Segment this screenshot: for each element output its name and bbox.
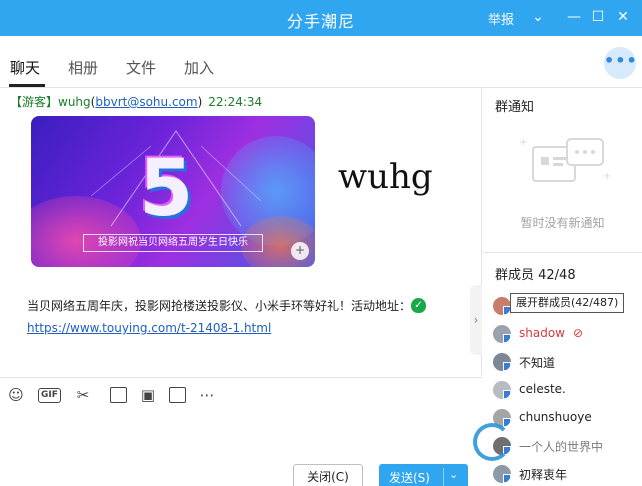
member-item[interactable]: shadow ⊘ [493, 323, 642, 347]
member-badge-icon [503, 334, 511, 343]
member-name: 初释衷年 [519, 468, 568, 482]
member-name: chunshuoye [519, 410, 592, 424]
svg-text:+: + [603, 171, 611, 182]
avatar [493, 465, 511, 483]
close-button[interactable]: 关闭(C) [293, 464, 363, 486]
avatar [493, 297, 511, 315]
activity-link[interactable]: https://www.touying.com/t-21408-1.html [27, 321, 271, 335]
member-name: shadow [519, 326, 565, 340]
message-time: 22:24:34 [208, 95, 263, 109]
member-item[interactable]: 初释衷年 [493, 463, 642, 486]
handwritten-name: wuhg [338, 157, 433, 197]
member-name: 不知道 [519, 356, 556, 370]
group-side-panel: 群通知 + + 暂时没有新通知 群成员 42/48 shadow ⊘ 不知道 c… [483, 89, 642, 486]
send-separator [443, 468, 444, 486]
banner-numeral: 5 [139, 144, 194, 234]
send-button[interactable]: 发送(S) ⌄ [379, 464, 468, 486]
tab-bar: 聊天 相册 文件 加入 [0, 36, 642, 88]
member-badge-icon [503, 474, 511, 483]
member-badge-icon [503, 390, 511, 399]
tab-files[interactable]: 文件 [126, 57, 156, 78]
member-badge-icon [503, 362, 511, 371]
chat-area: 【游客】wuhg(bbvrt@sohu.com) 22:24:34 5 投影网祝当… [0, 89, 482, 376]
panel-divider [483, 252, 642, 253]
active-tab-indicator [9, 84, 45, 87]
close-icon[interactable]: ✕ [613, 6, 633, 28]
file-icon[interactable] [110, 387, 127, 403]
group-members-title[interactable]: 群成员 42/48 [495, 264, 576, 283]
emoji-icon[interactable]: ☺ [7, 386, 25, 404]
maximize-icon[interactable]: ☐ [588, 6, 608, 28]
member-item[interactable]: 不知道 [493, 351, 642, 375]
avatar [493, 381, 511, 399]
sender-email-link[interactable]: bbvrt@sohu.com [95, 95, 197, 109]
member-item[interactable]: celeste. [493, 379, 642, 403]
member-item[interactable]: 一个人的世界中 [493, 435, 642, 459]
message-text: 当贝网络五周年庆，投影网抢楼送投影仪、小米手环等好礼！活动地址： [27, 299, 412, 313]
guest-tag: 【游客】 [10, 95, 59, 109]
tab-album[interactable]: 相册 [68, 57, 98, 78]
more-options-button[interactable]: ••• [604, 47, 637, 79]
watermark-logo [473, 423, 511, 461]
member-item[interactable]: chunshuoye [493, 407, 642, 431]
report-link[interactable]: 举报 [488, 9, 514, 28]
expand-members-tooltip: 展开群成员(42/487) [510, 293, 625, 313]
avatar [493, 353, 511, 371]
sender-name[interactable]: wuhg [58, 95, 91, 109]
zoom-icon[interactable]: + [291, 242, 309, 260]
input-toolbar: ☺ GIF ✂ ▣ ⋯ [0, 377, 482, 411]
image-icon[interactable]: ▣ [139, 386, 157, 404]
svg-text:+: + [519, 137, 527, 148]
dropdown-icon[interactable]: ⌄ [528, 6, 548, 28]
more-tools-icon[interactable]: ⋯ [198, 386, 216, 404]
gif-icon[interactable]: GIF [38, 388, 61, 403]
empty-notice-illustration: + + [519, 137, 611, 182]
avatar [493, 325, 511, 343]
banner-image[interactable]: 5 投影网祝当贝网络五周岁生日快乐 + [31, 116, 315, 267]
scissors-icon[interactable]: ✂ [74, 386, 92, 404]
group-notice-title: 群通知 [495, 100, 535, 115]
member-name: 一个人的世界中 [519, 440, 604, 454]
red-packet-icon[interactable] [169, 387, 186, 403]
member-name: celeste. [519, 382, 566, 396]
message-header: 【游客】wuhg(bbvrt@sohu.com) 22:24:34 [10, 95, 263, 109]
verified-shield-icon: ✓ [411, 298, 426, 313]
tab-join[interactable]: 加入 [184, 57, 214, 78]
tab-chat[interactable]: 聊天 [10, 57, 40, 78]
collapse-panel-handle[interactable]: › [470, 285, 482, 355]
empty-notice-text: 暂时没有新通知 [520, 216, 605, 230]
title-bar: 分手潮尼 举报 ⌄ — ☐ ✕ [0, 0, 642, 36]
minimize-icon[interactable]: — [564, 6, 584, 28]
member-badge-icon [503, 418, 511, 427]
banner-caption: 投影网祝当贝网络五周岁生日快乐 [83, 234, 263, 252]
send-button-label: 发送(S) [389, 471, 430, 485]
send-options-icon[interactable]: ⌄ [449, 468, 458, 481]
no-entry-icon: ⊘ [573, 326, 584, 340]
